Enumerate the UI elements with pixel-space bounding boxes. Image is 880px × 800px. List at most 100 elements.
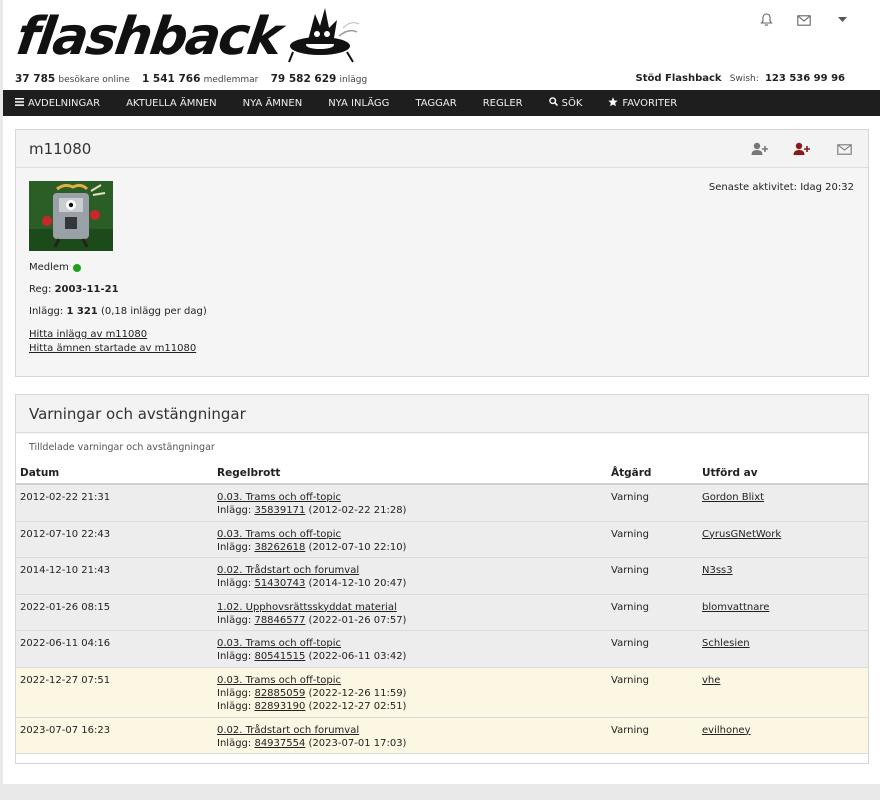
nav-label: Nya inlägg xyxy=(328,97,390,109)
post-reference: Inlägg: 82893190 (2022-12-27 02:51) xyxy=(217,700,406,713)
nav-nya-inlagg[interactable]: Nya inlägg xyxy=(315,90,402,116)
last-active: Senaste aktivitet: Idag 20:32 xyxy=(709,182,854,193)
main-nav: Avdelningar Aktuella ämnen Nya ämnen Nya… xyxy=(3,90,880,116)
warning-action: Varning xyxy=(611,638,649,649)
warning-rule-cell: 0.02. Trådstart och forumval Inlägg: 8493… xyxy=(217,724,406,750)
warning-action: Varning xyxy=(611,724,649,736)
warning-rule-cell: 0.03. Trams och off-topic Inlägg: 8054151… xyxy=(217,637,406,663)
nav-avdelningar[interactable]: Avdelningar xyxy=(3,90,113,116)
caret-down-icon[interactable] xyxy=(834,12,850,28)
reg-date: 2003-11-21 xyxy=(54,284,119,295)
swish-label: Swish: xyxy=(729,74,759,84)
post-date: (2022-06-11 03:42) xyxy=(308,651,407,662)
post-label: Inlägg: xyxy=(217,687,252,699)
post-reference: Inlägg: 51430743 (2014-12-10 20:47) xyxy=(217,577,406,590)
message-icon[interactable] xyxy=(834,141,854,157)
post-link[interactable]: 38262618 xyxy=(254,542,305,553)
warnings-subtitle: Tilldelade varningar och avstängningar xyxy=(29,442,215,453)
find-threads-link[interactable]: Hitta ämnen startade av m11080 xyxy=(29,343,196,354)
nav-nya-amnen[interactable]: Nya ämnen xyxy=(230,90,316,116)
posts-rate: (0,18 inlägg per dag) xyxy=(100,306,207,317)
menu-icon xyxy=(15,97,24,109)
rule-link[interactable]: 0.03. Trams och off-topic xyxy=(217,675,341,686)
post-label: Inlägg: xyxy=(217,700,252,712)
nav-taggar[interactable]: Taggar xyxy=(402,90,469,116)
col-utford-av: Utförd av xyxy=(702,467,758,479)
site-header: flashback 37 785 besökare online 1 541 7… xyxy=(3,0,880,90)
moderator-link[interactable]: blomvattnare xyxy=(702,601,769,614)
table-header: Datum Regelbrott Åtgärd Utförd av xyxy=(16,458,868,485)
table-row: 2022-01-26 08:15 1.02. Upphovsrättsskydda… xyxy=(16,594,868,631)
online-label: besökare online xyxy=(58,75,130,85)
profile-username: m11080 xyxy=(29,140,92,158)
nav-favoriter[interactable]: Favoriter xyxy=(595,90,690,116)
rule-link[interactable]: 1.02. Upphovsrättsskyddat material xyxy=(217,602,397,613)
post-label: Inlägg: xyxy=(217,614,252,626)
moderator-link[interactable]: CyrusGNetWork xyxy=(702,528,781,541)
post-link[interactable]: 51430743 xyxy=(254,578,305,589)
warnings-table: Tilldelade varningar och avstängningar D… xyxy=(16,434,868,763)
post-link[interactable]: 82893190 xyxy=(254,701,305,712)
post-date: (2014-12-10 20:47) xyxy=(308,578,407,589)
col-datum: Datum xyxy=(20,467,60,479)
reg-label: Reg: xyxy=(29,284,52,295)
avatar xyxy=(29,181,113,251)
warning-date: 2012-02-22 21:31 xyxy=(20,492,111,503)
posts-label: inlägg xyxy=(339,75,368,85)
add-contact-icon[interactable] xyxy=(792,141,812,157)
post-link[interactable]: 84937554 xyxy=(254,738,305,749)
user-menu xyxy=(758,12,850,28)
post-link[interactable]: 80541515 xyxy=(254,651,305,662)
add-friend-icon[interactable] xyxy=(750,141,770,157)
moderator-link[interactable]: Gordon Blixt xyxy=(702,491,764,504)
post-date: (2022-01-26 07:57) xyxy=(308,614,407,626)
moderator-link[interactable]: N3ss3 xyxy=(702,564,733,577)
site-stats: 37 785 besökare online 1 541 766 medlemm… xyxy=(15,73,376,85)
member-status: Medlem xyxy=(29,262,81,273)
support-link[interactable]: Stöd Flashback xyxy=(636,73,722,84)
post-link[interactable]: 35839171 xyxy=(254,505,305,516)
col-regelbrott: Regelbrott xyxy=(217,467,281,479)
post-label: Inlägg: xyxy=(217,651,252,662)
online-status-icon xyxy=(72,263,81,272)
last-active-value: Idag 20:32 xyxy=(800,182,854,193)
star-icon xyxy=(608,96,619,110)
post-link[interactable]: 82885059 xyxy=(254,688,305,699)
warning-action: Varning xyxy=(611,492,649,503)
last-active-label: Senaste aktivitet: xyxy=(708,182,798,193)
nav-aktuella-amnen[interactable]: Aktuella ämnen xyxy=(113,90,230,116)
rule-link[interactable]: 0.02. Trådstart och forumval xyxy=(217,565,359,576)
moderator-link[interactable]: evilhoney xyxy=(702,724,751,737)
members-count: 1 541 766 xyxy=(141,73,201,85)
nav-label: Avdelningar xyxy=(28,97,101,109)
post-date: (2012-02-22 21:28) xyxy=(308,505,407,516)
post-reference: Inlägg: 82885059 (2022-12-26 11:59) xyxy=(217,687,406,700)
nav-sok[interactable]: Sök xyxy=(536,90,596,116)
table-row: 2022-06-11 04:16 0.03. Trams och off-topi… xyxy=(16,631,868,668)
bell-icon[interactable] xyxy=(758,12,774,28)
warning-action: Varning xyxy=(611,674,649,686)
post-label: Inlägg: xyxy=(217,505,252,516)
post-date: (2022-12-26 11:59) xyxy=(308,687,407,699)
rule-link[interactable]: 0.03. Trams och off-topic xyxy=(217,492,341,503)
rule-link[interactable]: 0.03. Trams och off-topic xyxy=(217,529,341,540)
rule-link[interactable]: 0.02. Trådstart och forumval xyxy=(217,725,359,736)
mail-icon[interactable] xyxy=(796,12,812,28)
warnings-panel: Varningar och avstängningar Tilldelade v… xyxy=(15,394,869,764)
nav-regler[interactable]: Regler xyxy=(470,90,536,116)
find-posts-link[interactable]: Hitta inlägg av m11080 xyxy=(29,329,147,340)
moderator-link[interactable]: vhe xyxy=(702,674,720,687)
rule-link[interactable]: 0.03. Trams och off-topic xyxy=(217,638,341,649)
post-label: Inlägg: xyxy=(217,737,252,749)
post-reference: Inlägg: 38262618 (2012-07-10 22:10) xyxy=(217,541,406,554)
members-label: medlemmar xyxy=(203,75,259,85)
warning-action: Varning xyxy=(611,528,649,540)
logo-wordmark: flashback xyxy=(12,7,285,67)
site-logo[interactable]: flashback xyxy=(13,6,362,72)
posts-label: Inlägg: xyxy=(29,306,64,317)
post-link[interactable]: 78846577 xyxy=(254,615,305,626)
warning-action: Varning xyxy=(611,601,649,613)
moderator-link[interactable]: Schlesien xyxy=(702,637,750,650)
warning-date: 2022-12-27 07:51 xyxy=(20,674,111,686)
post-reference: Inlägg: 84937554 (2023-07-01 17:03) xyxy=(217,737,406,750)
